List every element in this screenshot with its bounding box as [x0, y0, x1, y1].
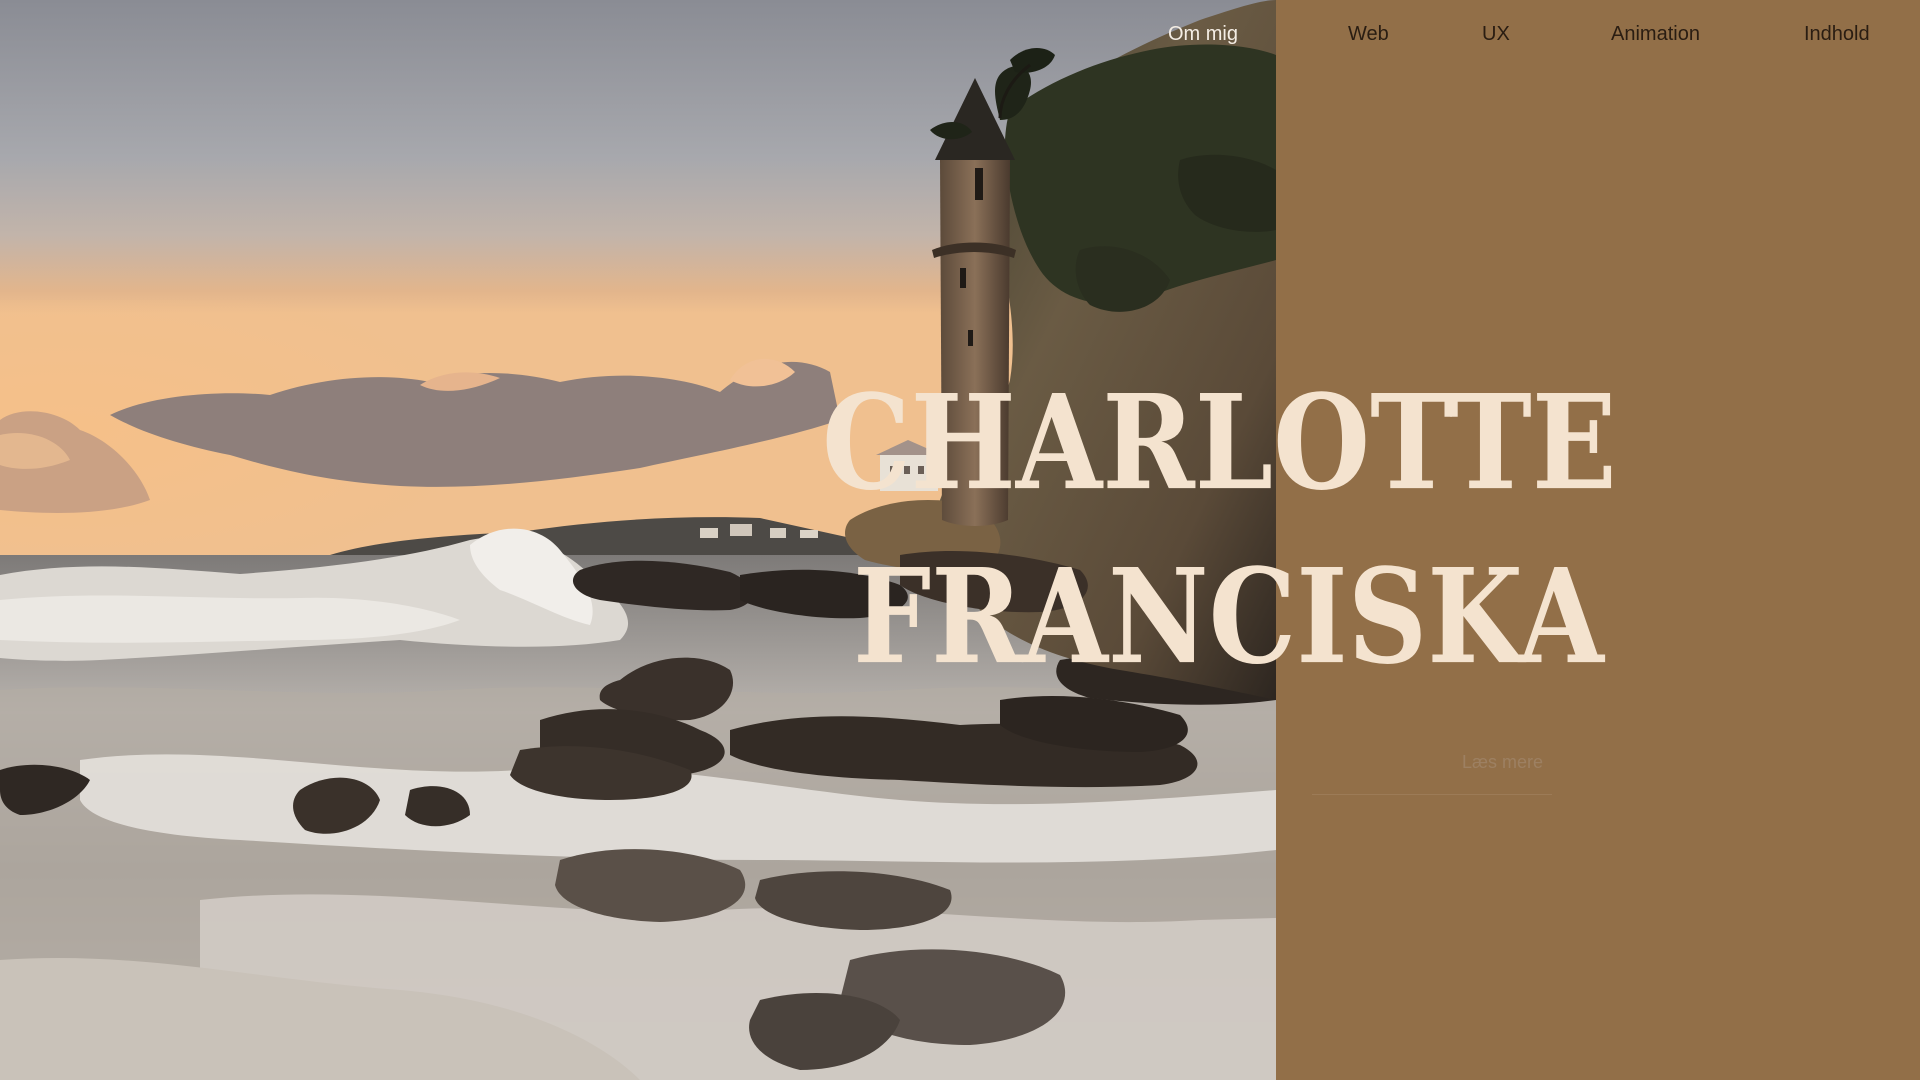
read-more-underline: [1312, 794, 1552, 795]
hero-name-last: FRANCISKA: [853, 540, 1604, 694]
nav-item-ux[interactable]: UX: [1482, 22, 1510, 46]
nav-item-animation[interactable]: Animation: [1611, 22, 1700, 46]
top-navigation: Om mig Web UX Animation Indhold: [0, 22, 1920, 50]
nav-item-om-mig[interactable]: Om mig: [1168, 22, 1238, 46]
nav-item-web[interactable]: Web: [1348, 22, 1389, 46]
read-more-link[interactable]: Læs mere: [1462, 752, 1543, 773]
nav-item-indhold[interactable]: Indhold: [1804, 22, 1870, 46]
portfolio-page: Om mig Web UX Animation Indhold CHARLOTT…: [0, 0, 1920, 1080]
hero-name-first: CHARLOTTE: [822, 366, 1617, 520]
